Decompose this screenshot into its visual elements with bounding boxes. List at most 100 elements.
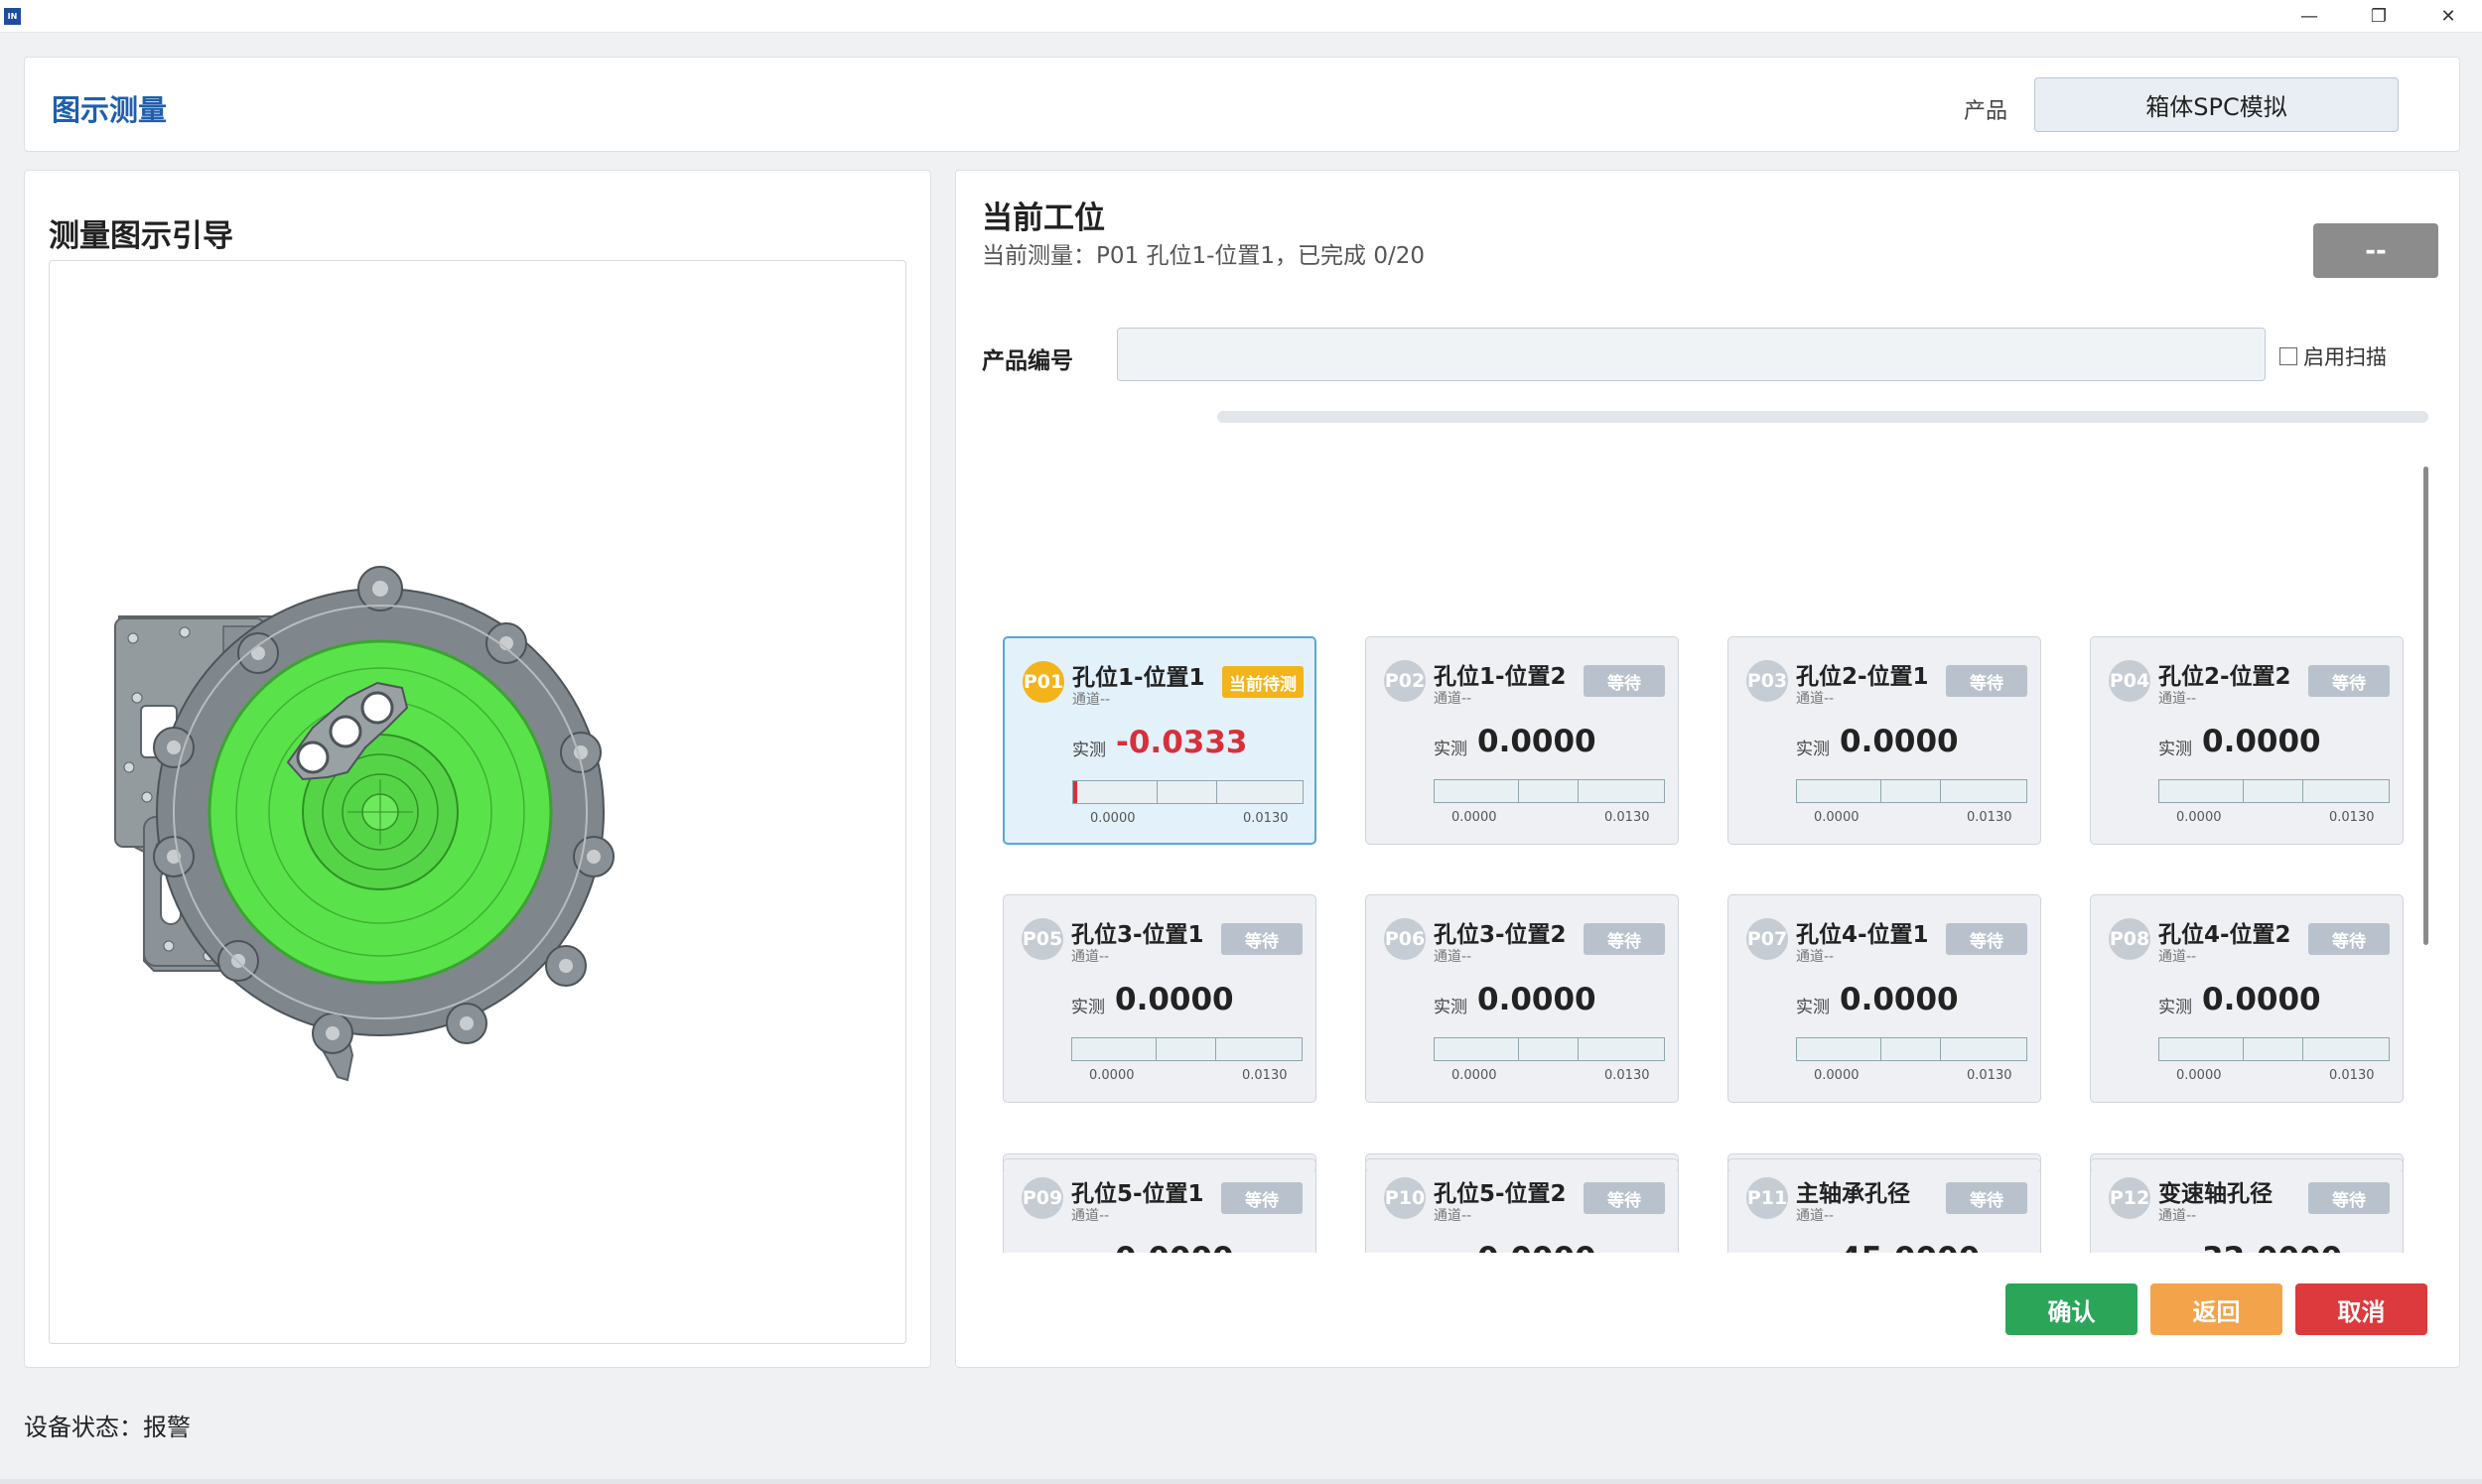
- point-name: 孔位1-位置2: [1434, 664, 1567, 690]
- point-id-badge: P04: [2109, 660, 2150, 702]
- page-title: 图示测量: [52, 93, 168, 127]
- point-name: 变速轴孔径: [2158, 1181, 2273, 1207]
- measure-card-grid: P01 孔位1-位置1 通道-- 当前待测 实测 -0.0333 0.0000 0.0130 P…: [956, 459, 2461, 1253]
- serial-input[interactable]: [1117, 328, 2266, 381]
- measured-label: 实测: [1434, 1252, 1467, 1253]
- product-select[interactable]: 箱体SPC模拟: [2034, 77, 2399, 132]
- status-badge: 等待: [1584, 1182, 1665, 1214]
- confirm-button[interactable]: 确认: [2005, 1283, 2137, 1335]
- upper-limit: 0.0130: [1967, 1068, 2012, 1083]
- tolerance-bar: [2158, 1037, 2390, 1061]
- lower-limit: 0.0000: [1451, 1068, 1497, 1083]
- guide-title: 测量图示引导: [49, 218, 233, 254]
- measured-label: 实测: [1796, 740, 1830, 759]
- point-id-badge: P01: [1023, 661, 1064, 703]
- measured-label: 实测: [2158, 1252, 2192, 1253]
- status-badge: 等待: [1584, 665, 1665, 697]
- lower-limit: 0.0000: [1451, 810, 1497, 825]
- measure-card-p03[interactable]: P03 孔位2-位置1 通道-- 等待 实测 0.0000 0.0000 0.0130: [1727, 636, 2041, 845]
- measured-value: 0.0000: [2202, 724, 2321, 759]
- vertical-scrollbar[interactable]: [2423, 467, 2428, 945]
- measure-card-partial[interactable]: [2090, 1158, 2404, 1172]
- measured-value: 0.0000: [1115, 982, 1234, 1017]
- point-channel: 通道--: [2158, 1208, 2197, 1224]
- checkbox-icon[interactable]: [2279, 347, 2297, 365]
- upper-limit: 0.0130: [1604, 810, 1650, 825]
- status-badge: 等待: [1946, 665, 2027, 697]
- lower-limit: 0.0000: [2176, 810, 2222, 825]
- point-id-badge: P07: [1746, 918, 1788, 960]
- measure-card-p05[interactable]: P05 孔位3-位置1 通道-- 等待 实测 0.0000 0.0000 0.0130: [1003, 894, 1316, 1103]
- point-channel: 通道--: [1434, 949, 1472, 965]
- current-measurement-text: 当前测量：P01 孔位1-位置1，已完成 0/20: [982, 243, 1425, 269]
- status-badge: 等待: [2308, 1182, 2390, 1214]
- measure-card-p04[interactable]: P04 孔位2-位置2 通道-- 等待 实测 0.0000 0.0000 0.0130: [2090, 636, 2404, 845]
- app-icon: IN: [4, 8, 21, 25]
- measured-label: 实测: [1071, 998, 1105, 1017]
- measure-card-p01[interactable]: P01 孔位1-位置1 通道-- 当前待测 实测 -0.0333 0.0000 0.0130: [1003, 636, 1316, 845]
- measure-card-p06[interactable]: P06 孔位3-位置2 通道-- 等待 实测 0.0000 0.0000 0.0130: [1365, 894, 1679, 1103]
- measured-label: 实测: [1796, 998, 1830, 1017]
- measure-card-p02[interactable]: P02 孔位1-位置2 通道-- 等待 实测 0.0000 0.0000 0.0130: [1365, 636, 1679, 845]
- tolerance-divider: [1518, 780, 1519, 802]
- measured-value: 0.0000: [1477, 1241, 1596, 1253]
- lower-limit: 0.0000: [1814, 1068, 1860, 1083]
- status-badge: 等待: [1221, 1182, 1303, 1214]
- measured-label: 实测: [2158, 740, 2192, 759]
- tolerance-divider: [1518, 1038, 1519, 1060]
- tolerance-divider: [2243, 1038, 2244, 1060]
- restore-button[interactable]: ❐: [2349, 0, 2409, 33]
- point-name: 孔位2-位置2: [2158, 664, 2291, 690]
- tolerance-divider: [1156, 1038, 1157, 1060]
- measured-value: -0.0333: [1116, 725, 1248, 760]
- cancel-button[interactable]: 取消: [2295, 1283, 2427, 1335]
- point-name: 孔位4-位置2: [2158, 922, 2291, 948]
- point-name: 孔位4-位置1: [1796, 922, 1929, 948]
- minimize-button[interactable]: —: [2279, 0, 2339, 33]
- upper-limit: 0.0130: [2329, 1068, 2375, 1083]
- status-badge: 等待: [1946, 923, 2027, 955]
- point-channel: 通道--: [2158, 691, 2197, 707]
- lower-limit: 0.0000: [2176, 1068, 2222, 1083]
- status-button[interactable]: --: [2313, 223, 2438, 278]
- point-name: 孔位3-位置2: [1434, 922, 1567, 948]
- measured-value: 0.0000: [2202, 982, 2321, 1017]
- measure-card-partial[interactable]: [1003, 1158, 1316, 1172]
- status-badge: 等待: [2308, 665, 2390, 697]
- tolerance-bar: [1434, 779, 1665, 803]
- part-image-area: [49, 260, 906, 1344]
- measure-card-p07[interactable]: P07 孔位4-位置1 通道-- 等待实测 0.0000 0.0000 0.0130: [1727, 894, 2041, 1103]
- upper-limit: 0.0130: [1604, 1068, 1650, 1083]
- point-channel: 通道--: [1434, 691, 1472, 707]
- point-channel: 通道--: [1071, 1208, 1110, 1224]
- point-id-badge: P02: [1384, 660, 1426, 702]
- status-badge: 等待: [2308, 923, 2390, 955]
- back-button[interactable]: 返回: [2150, 1283, 2282, 1335]
- scan-label: 启用扫描: [2303, 345, 2387, 369]
- measure-card-partial[interactable]: [1727, 1158, 2041, 1172]
- station-title: 当前工位: [982, 201, 1105, 236]
- point-name: 孔位2-位置1: [1796, 664, 1929, 690]
- point-channel: 通道--: [1796, 1208, 1835, 1224]
- measured-value: 0.0000: [1115, 1241, 1234, 1253]
- tolerance-divider: [1940, 1038, 1941, 1060]
- point-channel: 通道--: [1434, 1208, 1472, 1224]
- tolerance-bar: [1071, 1037, 1303, 1061]
- header-panel: 图示测量 产品 箱体SPC模拟: [24, 57, 2460, 152]
- measured-label: 实测: [2158, 998, 2192, 1017]
- upper-limit: 0.0130: [1243, 811, 1289, 826]
- measured-label: 实测: [1072, 741, 1106, 760]
- measured-value: 0.0000: [1840, 982, 1959, 1017]
- scan-checkbox[interactable]: 启用扫描: [2279, 341, 2387, 371]
- point-id-badge: P05: [1022, 918, 1063, 960]
- point-channel: 通道--: [2158, 949, 2197, 965]
- measured-label: 实测: [1434, 740, 1467, 759]
- measure-card-p08[interactable]: P08 孔位4-位置2 通道-- 等待 实测 0.0000 0.0000 0.0130: [2090, 894, 2404, 1103]
- measure-card-partial[interactable]: [1365, 1158, 1679, 1172]
- lower-limit: 0.0000: [1814, 810, 1860, 825]
- tolerance-divider: [1880, 1038, 1881, 1060]
- point-channel: 通道--: [1796, 691, 1835, 707]
- point-channel: 通道--: [1796, 949, 1835, 965]
- close-button[interactable]: ✕: [2418, 0, 2478, 33]
- tolerance-divider: [1157, 781, 1158, 803]
